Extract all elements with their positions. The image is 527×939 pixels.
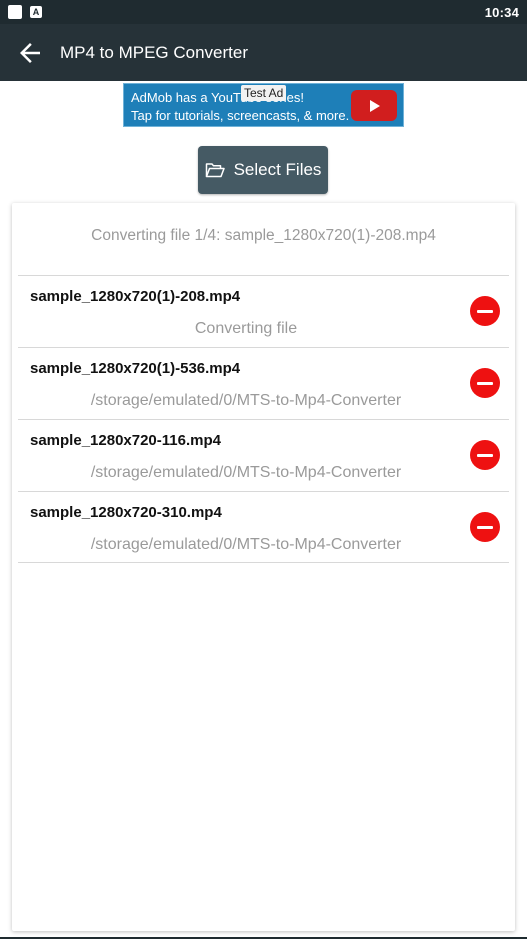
file-name: sample_1280x720(1)-536.mp4 (30, 360, 241, 377)
page-title: MP4 to MPEG Converter (60, 42, 249, 62)
notification-square-icon (8, 5, 22, 19)
file-name: sample_1280x720-310.mp4 (30, 504, 222, 521)
file-detail: /storage/emulated/0/MTS-to-Mp4-Converter (90, 464, 402, 481)
remove-file-button[interactable] (470, 296, 500, 326)
remove-file-button[interactable] (470, 512, 500, 542)
status-notifications: A (8, 5, 42, 19)
minus-icon (477, 309, 493, 313)
arrow-back-icon (20, 42, 40, 63)
remove-file-button[interactable] (470, 440, 500, 470)
list-item: sample_1280x720-310.mp4 /storage/emulate… (18, 491, 509, 563)
minus-icon (477, 381, 493, 385)
minus-icon (477, 453, 493, 457)
remove-file-button[interactable] (470, 368, 500, 398)
notification-a-icon: A (30, 6, 42, 18)
list-item: sample_1280x720-116.mp4 /storage/emulate… (18, 419, 509, 491)
file-detail: Converting file (194, 320, 298, 337)
file-name: sample_1280x720(1)-208.mp4 (30, 288, 241, 305)
ad-text-line2: Tap for tutorials, screencasts, & more. (131, 108, 350, 123)
folder-open-icon (205, 163, 225, 178)
list-item: sample_1280x720(1)-536.mp4 /storage/emul… (18, 347, 509, 419)
test-ad-badge: Test Ad (241, 85, 287, 101)
file-detail: /storage/emulated/0/MTS-to-Mp4-Converter (90, 392, 402, 409)
list-item: sample_1280x720(1)-208.mp4 Converting fi… (18, 275, 509, 347)
file-list: sample_1280x720(1)-208.mp4 Converting fi… (18, 275, 509, 563)
select-files-label: Select Files (233, 160, 322, 179)
app-bar: MP4 to MPEG Converter (0, 24, 527, 81)
file-detail: /storage/emulated/0/MTS-to-Mp4-Converter (90, 536, 402, 553)
back-button[interactable] (0, 24, 60, 81)
status-bar: A 10:34 (0, 0, 527, 24)
select-files-button[interactable]: Select Files (198, 146, 328, 194)
minus-icon (477, 525, 493, 529)
play-icon (370, 99, 380, 112)
youtube-play-icon (351, 90, 397, 121)
conversion-status: Converting file 1/4: sample_1280x720(1)-… (91, 227, 436, 244)
status-time: 10:34 (484, 4, 519, 20)
file-name: sample_1280x720-116.mp4 (30, 432, 221, 449)
ad-banner[interactable]: AdMob has a YouTube series! Tap for tuto… (123, 83, 404, 127)
conversion-card: Converting file 1/4: sample_1280x720(1)-… (12, 203, 515, 931)
